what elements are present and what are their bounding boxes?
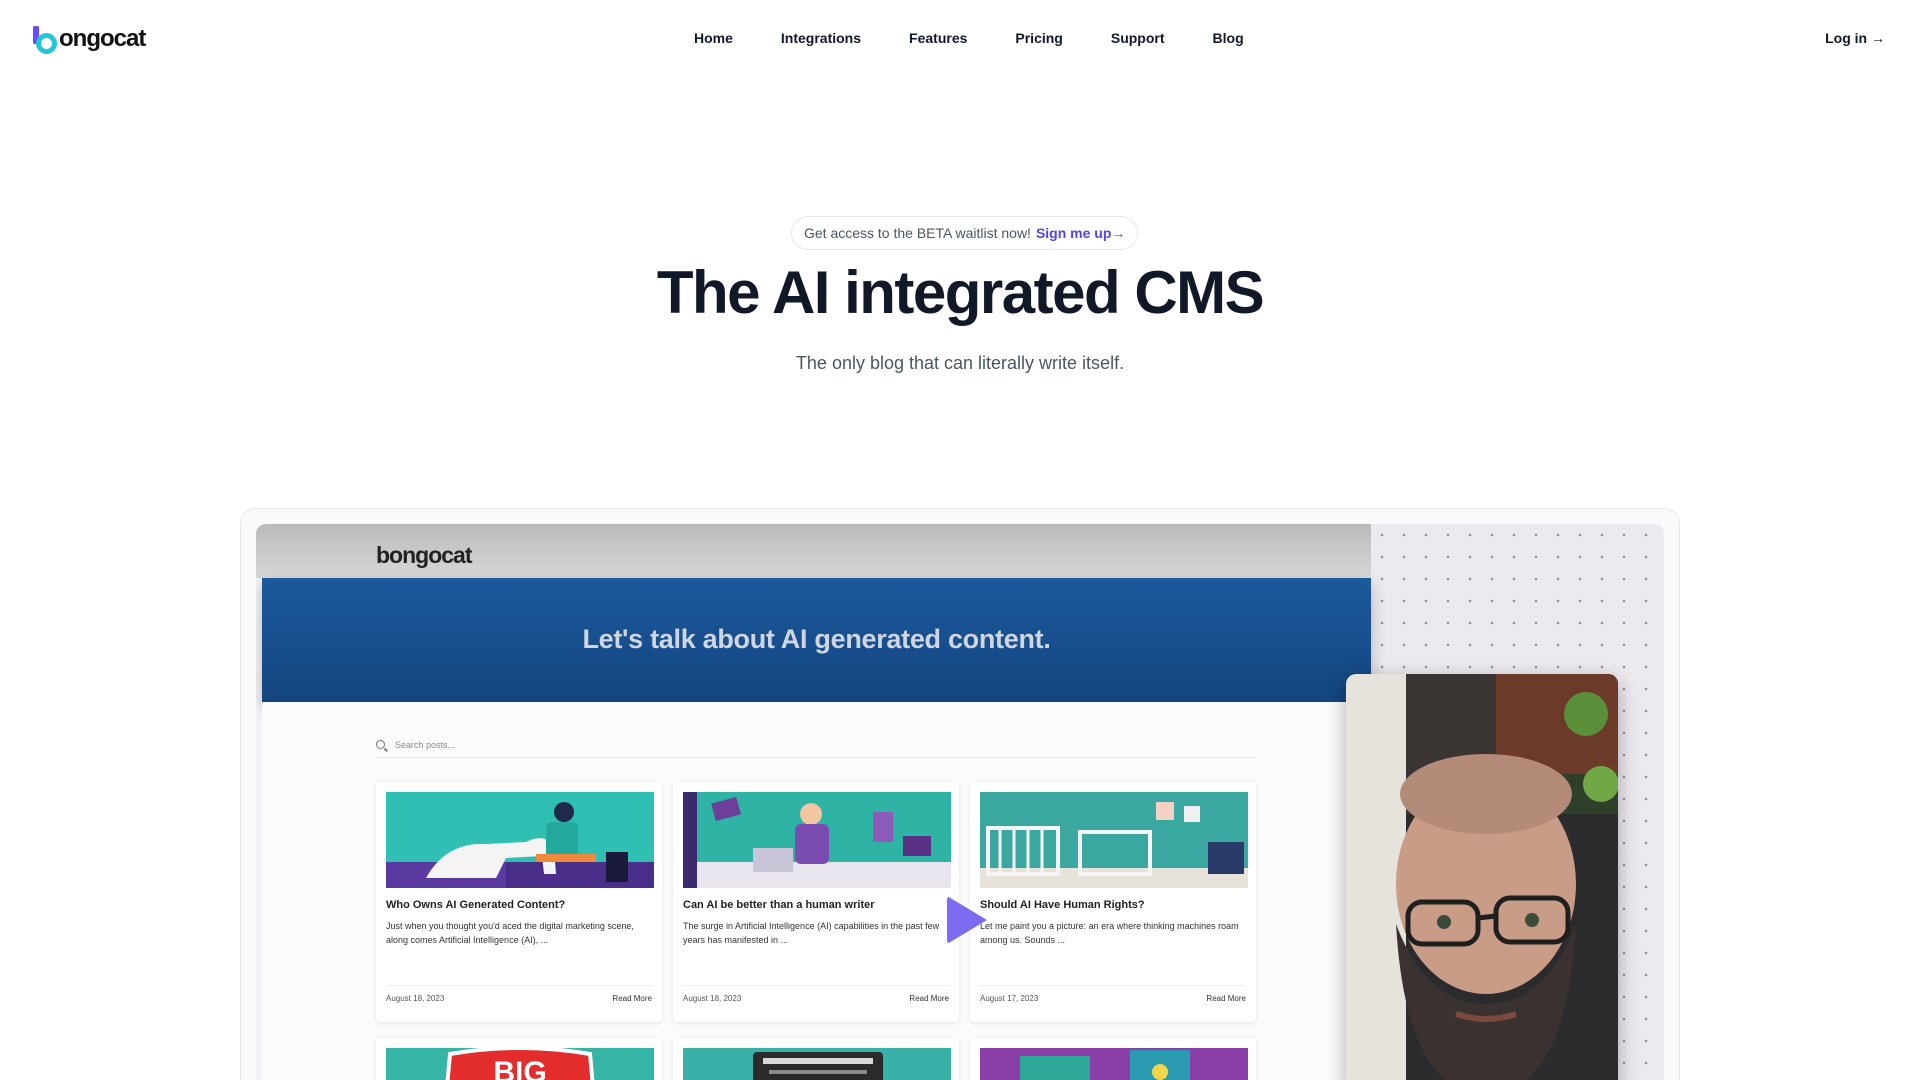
demo-hero-banner: Let's talk about AI generated content. (262, 578, 1371, 702)
post-image-writer (683, 792, 951, 888)
demo-search-bar: Search posts... (376, 732, 1256, 758)
search-icon (376, 740, 385, 749)
post-card: Should AI Have Human Rights? Let me pain… (970, 782, 1256, 1022)
post-title[interactable]: Should AI Have Human Rights? (980, 899, 1145, 911)
post-excerpt: Just when you thought you'd aced the dig… (386, 921, 634, 945)
play-video-button[interactable] (947, 896, 987, 944)
post-footer: August 17, 2023 Read More (980, 985, 1246, 1003)
nav-link-features[interactable]: Features (909, 30, 967, 46)
post-card: BIG (376, 1038, 662, 1080)
big-sign-text: BIG (493, 1056, 546, 1080)
demo-banner-text: Let's talk about AI generated content. (582, 624, 1051, 654)
post-footer: August 18, 2023 Read More (683, 985, 949, 1003)
nav-link-blog[interactable]: Blog (1213, 30, 1244, 46)
post-card: Can AI be better than a human writer The… (673, 782, 959, 1022)
login-link[interactable]: Log in → (1825, 30, 1885, 46)
post-date: August 18, 2023 (386, 994, 445, 1003)
post-image-robot (980, 1048, 1248, 1080)
post-date: August 18, 2023 (683, 994, 742, 1003)
nav-links: Home Integrations Features Pricing Suppo… (694, 30, 1292, 46)
post-date: August 17, 2023 (980, 994, 1039, 1003)
post-excerpt: The surge in Artificial Intelligence (AI… (683, 921, 940, 945)
demo-site-header: bongocat (256, 524, 1371, 578)
nav-link-support[interactable]: Support (1111, 30, 1165, 46)
post-card (970, 1038, 1256, 1080)
logo-mark-icon (33, 24, 59, 54)
nav-link-home[interactable]: Home (694, 30, 733, 46)
sign-up-link[interactable]: Sign me up→ (1036, 225, 1125, 241)
post-image-nursery (980, 792, 1248, 888)
brand-logo[interactable]: ongocat (33, 24, 146, 54)
post-excerpt: Let me paint you a picture: an era where… (980, 921, 1239, 945)
post-card: Who Owns AI Generated Content? Just when… (376, 782, 662, 1022)
read-more-link[interactable]: Read More (909, 994, 949, 1003)
hero-subtitle: The only blog that can literally write i… (795, 353, 1125, 373)
announcement-text: Get access to the BETA waitlist now! (804, 225, 1031, 241)
post-title[interactable]: Who Owns AI Generated Content? (386, 899, 565, 911)
beta-announcement: Get access to the BETA waitlist now! Sig… (791, 216, 1139, 250)
post-footer: August 18, 2023 Read More (386, 985, 652, 1003)
post-image-dog (386, 792, 654, 888)
post-title[interactable]: Can AI be better than a human writer (683, 899, 875, 911)
top-navigation: ongocat Home Integrations Features Prici… (0, 0, 1920, 80)
presenter-video (1346, 674, 1618, 1080)
post-image-big: BIG (386, 1048, 654, 1080)
hero-title: The AI integrated CMS (656, 259, 1265, 326)
presenter-image (1346, 674, 1618, 1080)
demo-search-placeholder: Search posts... (395, 739, 456, 750)
nav-link-integrations[interactable]: Integrations (781, 30, 861, 46)
post-image-typewriter (683, 1048, 951, 1080)
brand-name: ongocat (59, 25, 146, 52)
nav-link-pricing[interactable]: Pricing (1015, 30, 1062, 46)
read-more-link[interactable]: Read More (612, 994, 652, 1003)
demo-site-logo: bongocat (376, 542, 472, 568)
post-card (673, 1038, 959, 1080)
read-more-link[interactable]: Read More (1206, 994, 1246, 1003)
